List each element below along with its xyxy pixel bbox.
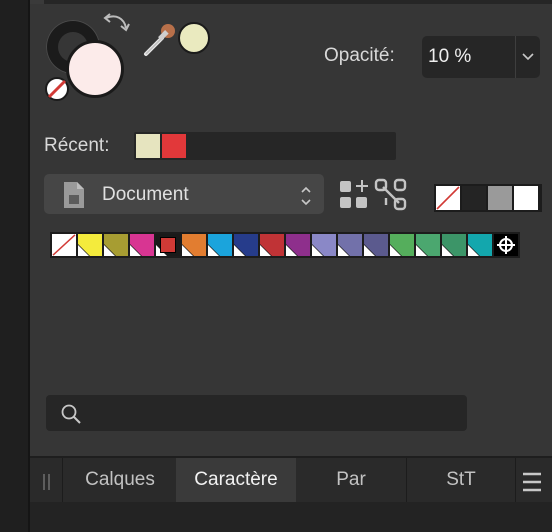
hamburger-menu-icon[interactable]: [520, 470, 544, 494]
link-swatches-icon[interactable]: [374, 178, 408, 212]
swatch-corner-marker: [364, 245, 375, 256]
colour-picker-icon[interactable]: [140, 18, 182, 60]
opacity-label: Opacité:: [324, 45, 395, 66]
swatch-corner-marker: [208, 245, 219, 256]
swatch-corner-marker: [130, 245, 141, 256]
palette-swatch[interactable]: [364, 234, 388, 256]
recent-swatch[interactable]: [162, 134, 186, 158]
palette-swatch[interactable]: [104, 234, 128, 256]
palette-swatch[interactable]: [468, 234, 492, 256]
swap-colours-icon[interactable]: [98, 12, 132, 42]
swatch-corner-marker: [182, 245, 193, 256]
swatch-corner-marker: [338, 245, 349, 256]
tab-par[interactable]: Par: [296, 458, 406, 502]
swatch-corner-marker: [104, 245, 115, 256]
no-colour-icon[interactable]: [44, 76, 70, 102]
swatch-corner-marker: [468, 245, 479, 256]
swatch-search-input[interactable]: [46, 395, 467, 431]
opacity-divider: [515, 36, 516, 78]
chevron-down-icon[interactable]: [520, 46, 536, 66]
swatch-corner-marker: [390, 245, 401, 256]
palette-swatch[interactable]: [234, 234, 258, 256]
palette-name: Document: [102, 184, 189, 205]
quick-swatch[interactable]: [488, 186, 512, 210]
panel-top-bar: [30, 0, 552, 4]
no-colour-icon: [52, 234, 76, 256]
drag-grip-icon[interactable]: [42, 472, 52, 492]
tab-caractere[interactable]: Caractère: [176, 458, 296, 502]
palette-swatch[interactable]: [416, 234, 440, 256]
panel-footer: [30, 502, 552, 532]
recent-swatch[interactable]: [136, 134, 160, 158]
crosshair-icon: [497, 236, 515, 254]
swatch-corner-marker: [234, 245, 245, 256]
no-colour-icon: [436, 186, 460, 210]
document-icon: [64, 182, 84, 208]
panel-top-bar-notch: [30, 0, 44, 4]
palette-swatch[interactable]: [442, 234, 466, 256]
palette-swatch[interactable]: [182, 234, 206, 256]
swatch-corner-marker: [416, 245, 427, 256]
palette-swatch[interactable]: [260, 234, 284, 256]
tab-stt[interactable]: StT: [407, 458, 515, 502]
left-gutter: [0, 0, 28, 532]
quick-swatch[interactable]: [514, 186, 538, 210]
palette-swatch[interactable]: [286, 234, 310, 256]
quick-swatch[interactable]: [462, 186, 486, 210]
palette-swatch[interactable]: [494, 234, 518, 256]
tab-separator: [515, 458, 516, 502]
swatch-corner-marker: [78, 245, 89, 256]
palette-swatch[interactable]: [52, 234, 76, 256]
palette-swatch[interactable]: [208, 234, 232, 256]
palette-swatch[interactable]: [156, 234, 180, 256]
tab-calques[interactable]: Calques: [64, 458, 176, 502]
palette-swatch[interactable]: [390, 234, 414, 256]
palette-swatch[interactable]: [130, 234, 154, 256]
opacity-value[interactable]: 10 %: [428, 45, 471, 69]
swatch-corner-marker: [286, 245, 297, 256]
swatch-corner-marker: [260, 245, 271, 256]
recent-label: Récent:: [44, 135, 110, 156]
selected-swatch-marker: [160, 237, 176, 253]
palette-swatch[interactable]: [312, 234, 336, 256]
swatch-corner-marker: [312, 245, 323, 256]
fill-colour-well[interactable]: [66, 40, 124, 98]
up-down-chevron-icon: [301, 186, 311, 206]
quick-swatch[interactable]: [436, 186, 460, 210]
palette-swatch[interactable]: [338, 234, 362, 256]
palette-swatch[interactable]: [78, 234, 102, 256]
swatch-corner-marker: [442, 245, 453, 256]
add-swatch-icon[interactable]: [338, 178, 372, 212]
picked-colour-well[interactable]: [178, 22, 210, 54]
tab-separator: [62, 458, 63, 502]
search-icon: [61, 404, 81, 424]
